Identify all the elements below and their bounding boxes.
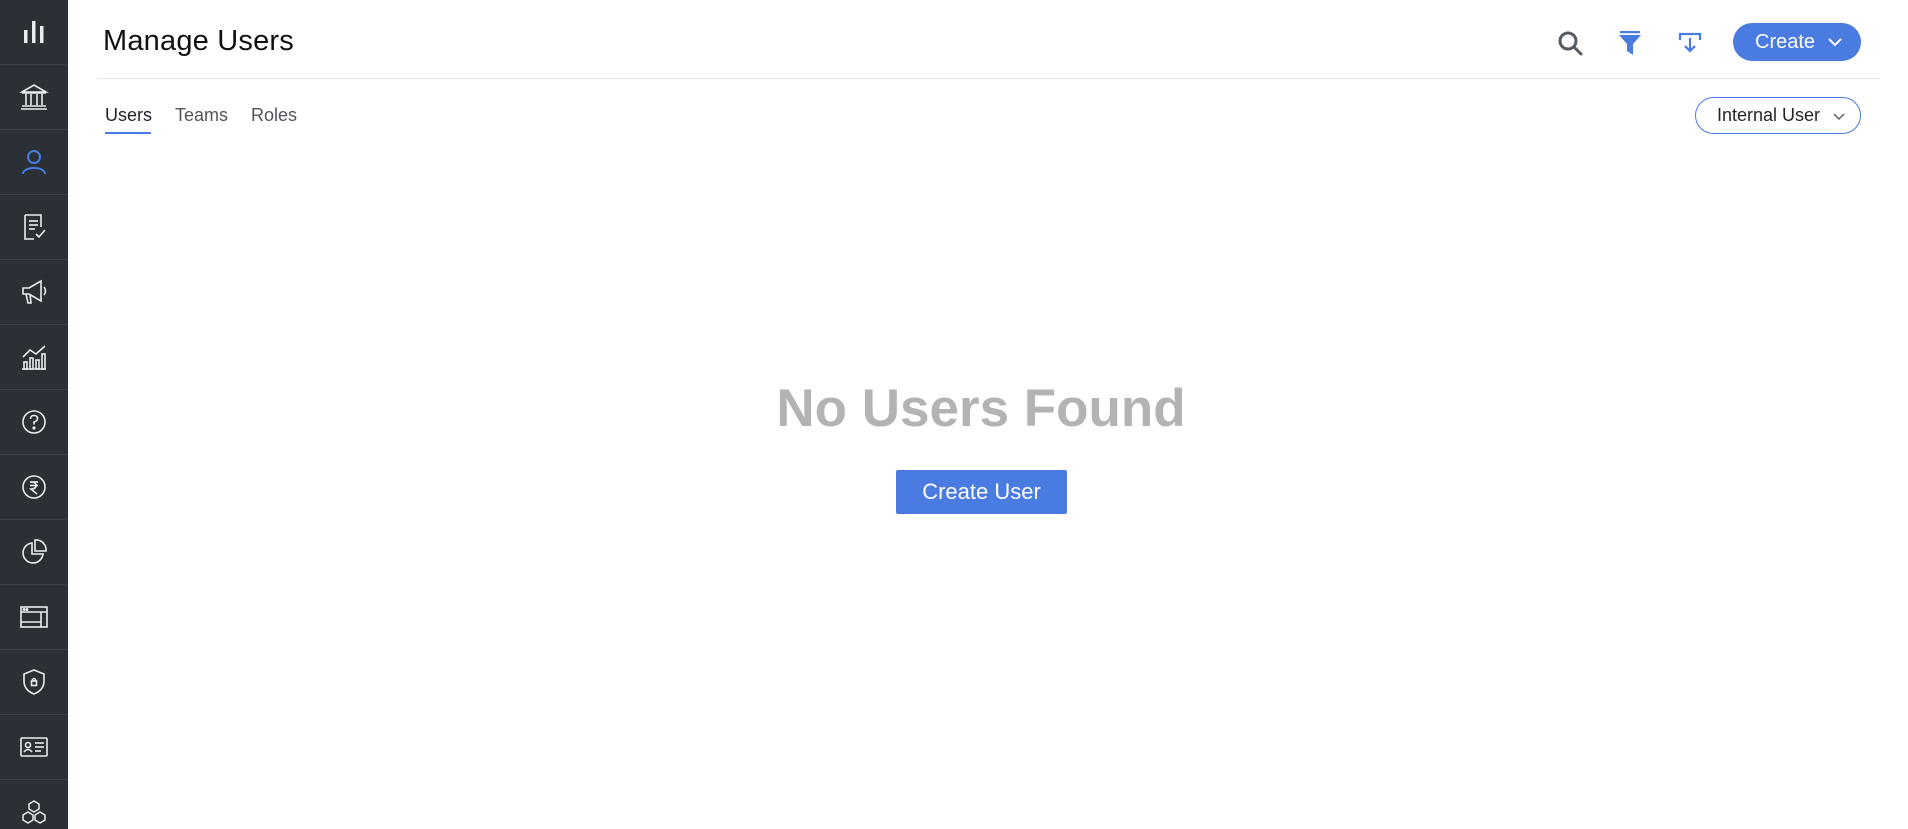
sidebar-item-reports[interactable] <box>0 520 68 585</box>
active-tab-indicator <box>105 132 151 134</box>
line-chart-icon <box>22 345 46 370</box>
tab-teams[interactable]: Teams <box>175 105 228 126</box>
sidebar-item-profiles[interactable] <box>0 715 68 780</box>
sidebar-item-modules[interactable] <box>0 780 68 829</box>
sidebar-item-apps[interactable] <box>0 585 68 650</box>
create-dropdown-button[interactable]: Create <box>1733 23 1861 61</box>
bar-chart-icon <box>24 21 44 43</box>
user-type-select[interactable]: Internal User <box>1695 97 1861 134</box>
empty-state-title: No Users Found <box>776 379 1186 438</box>
rupee-icon <box>22 475 46 499</box>
sidebar-item-documents[interactable] <box>0 195 68 260</box>
download-button[interactable] <box>1674 27 1706 59</box>
create-button-label: Create <box>1755 30 1816 53</box>
tab-users[interactable]: Users <box>105 105 152 126</box>
sidebar-item-dashboard[interactable] <box>0 0 68 65</box>
header-divider <box>97 78 1880 79</box>
filter-button[interactable] <box>1614 27 1646 59</box>
megaphone-icon <box>22 279 47 304</box>
shield-icon <box>23 669 45 695</box>
search-icon <box>1558 31 1583 56</box>
browser-window-icon <box>20 606 48 628</box>
search-button[interactable] <box>1554 27 1586 59</box>
download-icon <box>1678 32 1702 53</box>
sidebar-item-payments[interactable] <box>0 455 68 520</box>
sidebar-item-campaigns[interactable] <box>0 260 68 325</box>
sidebar-item-users[interactable] <box>0 130 68 195</box>
user-icon <box>22 150 46 175</box>
create-user-button[interactable]: Create User <box>896 470 1067 514</box>
tab-roles[interactable]: Roles <box>251 105 297 126</box>
bank-icon <box>19 84 49 110</box>
sidebar-item-bank[interactable] <box>0 65 68 130</box>
chevron-down-icon <box>1828 38 1842 47</box>
id-card-icon <box>20 737 48 757</box>
page-title: Manage Users <box>103 25 294 57</box>
chevron-down-icon <box>1833 113 1845 120</box>
document-check-icon <box>24 214 46 240</box>
sidebar-item-security[interactable] <box>0 650 68 715</box>
filter-icon <box>1619 31 1641 55</box>
cubes-icon <box>22 799 46 824</box>
user-type-select-value: Internal User <box>1717 105 1821 125</box>
pie-chart-icon <box>22 539 47 564</box>
